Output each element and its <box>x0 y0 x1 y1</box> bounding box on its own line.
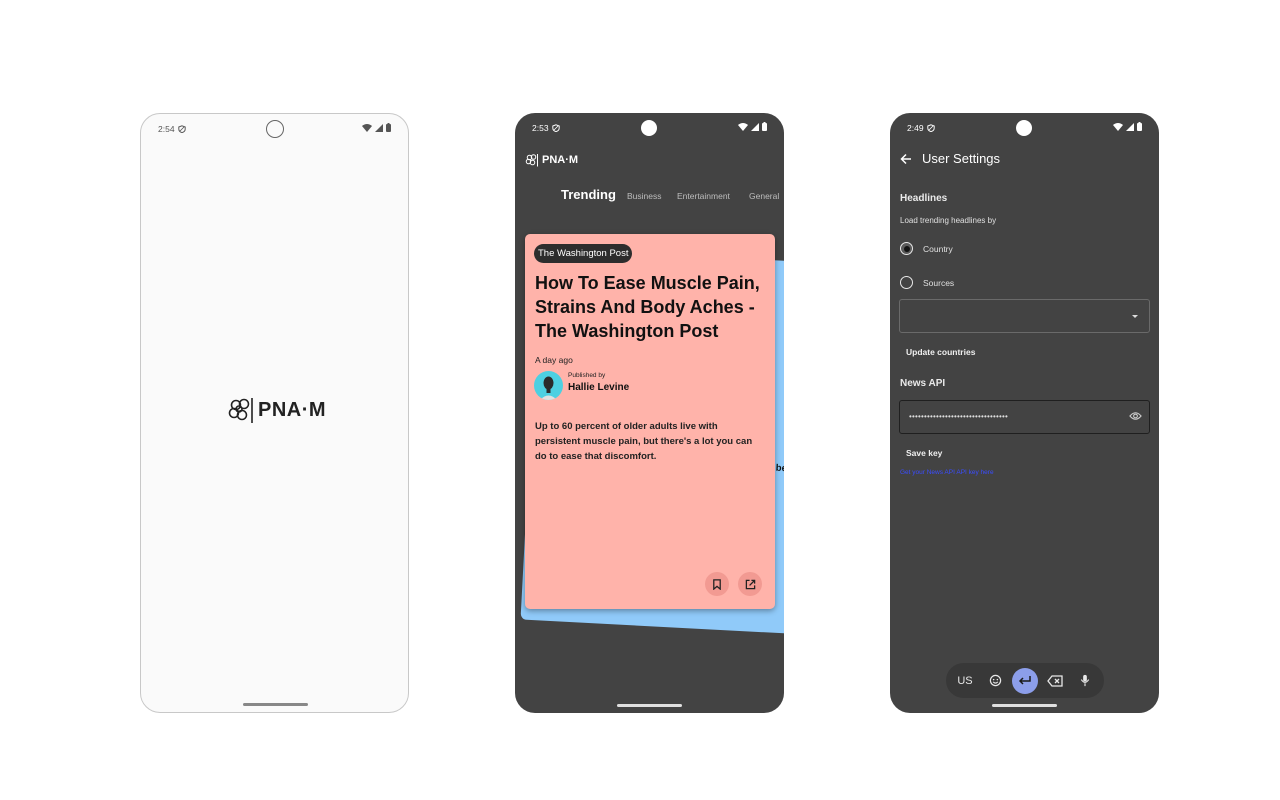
tab-general[interactable]: General <box>749 191 779 201</box>
bookmark-icon <box>713 578 721 590</box>
source-badge: The Washington Post <box>534 244 633 263</box>
home-indicator[interactable] <box>243 703 308 706</box>
settings-header: User Settings <box>900 151 1000 166</box>
enter-icon <box>1018 675 1031 685</box>
shield-icon <box>926 124 935 132</box>
news-api-section-label: News API <box>900 378 946 389</box>
camera-cutout <box>266 120 284 138</box>
enter-button[interactable] <box>1012 667 1038 694</box>
backspace-icon <box>1047 674 1063 687</box>
update-countries-button[interactable]: Update countries <box>906 347 975 357</box>
person-silhouette-icon <box>540 376 557 400</box>
next-card-title-fragment: ou <box>783 331 784 352</box>
bookmark-button[interactable] <box>705 572 729 596</box>
camera-cutout <box>1016 120 1032 136</box>
splash-screen: 2:54 PNA·M <box>140 113 409 713</box>
home-indicator[interactable] <box>992 704 1057 707</box>
article-title: How To Ease Muscle Pain, Strains And Bod… <box>535 273 760 341</box>
news-screen: 2:53 PNA·M Trending Business Entertainme… <box>515 113 784 713</box>
load-by-label: Load trending headlines by <box>900 216 997 225</box>
wifi-icon <box>738 122 748 131</box>
battery-icon <box>762 122 767 131</box>
api-key-field[interactable]: ••••••••••••••••••••••••••••••••• <box>899 400 1150 434</box>
camera-cutout <box>641 120 657 136</box>
tab-trending[interactable]: Trending <box>561 187 616 202</box>
battery-icon <box>1137 122 1142 131</box>
published-by-label: Published by <box>568 372 606 379</box>
next-card-text-fragment: be <box>775 462 784 475</box>
keyboard-toolbar: US <box>946 663 1104 698</box>
microphone-icon <box>1080 674 1090 687</box>
radio-country[interactable]: Country <box>900 242 953 255</box>
splash-app-name: PNA·M <box>258 398 327 421</box>
status-time: 2:54 <box>158 124 175 134</box>
emoji-icon <box>989 674 1001 687</box>
eye-icon[interactable] <box>1129 411 1142 421</box>
author-avatar <box>534 371 563 400</box>
tab-entertainment[interactable]: Entertainment <box>677 191 730 201</box>
tab-business[interactable]: Business <box>627 191 662 201</box>
api-key-value: ••••••••••••••••••••••••••••••••• <box>909 412 1009 421</box>
status-time: 2:49 <box>907 123 924 133</box>
signal-icon <box>1126 122 1134 131</box>
article-card[interactable]: The Washington Post How To Ease Muscle P… <box>525 234 775 609</box>
back-arrow-icon[interactable] <box>900 153 912 165</box>
shield-icon <box>551 124 560 132</box>
brain-logo-icon <box>525 154 538 167</box>
home-indicator[interactable] <box>617 704 682 707</box>
radio-button[interactable] <box>900 276 913 289</box>
backspace-button[interactable] <box>1042 668 1068 694</box>
article-description: Up to 60 percent of older adults live wi… <box>535 421 753 462</box>
status-time: 2:53 <box>532 123 549 133</box>
wifi-icon <box>1113 122 1123 131</box>
open-external-button[interactable] <box>738 572 762 596</box>
signal-icon <box>751 122 759 131</box>
battery-icon <box>386 123 391 132</box>
radio-country-label: Country <box>923 243 953 254</box>
author-name: Hallie Levine <box>568 382 630 393</box>
radio-sources[interactable]: Sources <box>900 276 954 289</box>
article-date: A day ago <box>535 355 573 365</box>
app-logo: PNA·M <box>525 153 578 167</box>
dropdown-arrow-icon <box>1132 315 1138 318</box>
signal-icon <box>375 123 383 132</box>
country-select[interactable] <box>899 299 1150 333</box>
splash-logo: PNA·M <box>227 396 326 424</box>
shield-icon <box>177 125 186 133</box>
radio-sources-label: Sources <box>923 277 955 288</box>
api-key-link[interactable]: Get your News API API key here <box>900 469 994 476</box>
wifi-icon <box>362 123 372 132</box>
settings-screen: 2:49 User Settings Headlines Load trendi… <box>890 113 1159 713</box>
page-title: User Settings <box>922 151 1001 166</box>
app-name: PNA·M <box>542 154 579 166</box>
keyboard-language-button[interactable]: US <box>952 668 978 694</box>
save-key-button[interactable]: Save key <box>906 448 942 458</box>
category-tabs: Trending Business Entertainment General <box>515 185 784 207</box>
emoji-button[interactable] <box>982 668 1008 694</box>
radio-button-selected[interactable] <box>900 242 913 255</box>
open-external-icon <box>745 579 755 589</box>
microphone-button[interactable] <box>1072 668 1098 694</box>
headlines-section-label: Headlines <box>900 193 948 204</box>
brain-logo-icon <box>228 398 253 423</box>
